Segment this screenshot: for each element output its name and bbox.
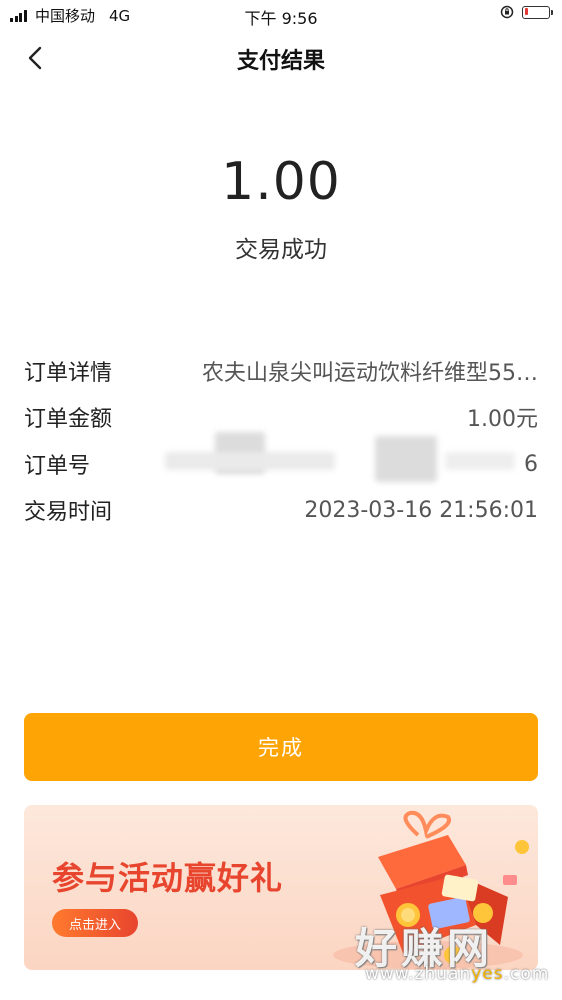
detail-label: 交易时间 — [24, 500, 113, 525]
enter-button[interactable]: 点击进入 — [52, 909, 138, 937]
detail-row-order-info: 订单详情 农夫山泉尖叫运动饮料纤维型55… — [24, 355, 538, 387]
status-bar: 中国移动 4G 下午 9:56 — [0, 0, 562, 30]
detail-label: 订单号 — [24, 454, 91, 479]
nav-bar: 支付结果 — [0, 30, 562, 86]
detail-value: 2023-03-16 21:56:01 — [304, 497, 538, 523]
promo-title: 参与活动赢好礼 — [52, 859, 284, 897]
payment-amount: 1.00 — [221, 152, 341, 212]
detail-row-order-amount: 订单金额 1.00元 — [24, 401, 538, 433]
detail-label: 订单详情 — [24, 361, 113, 386]
redacted-order-number — [165, 452, 335, 470]
detail-value: 6 — [524, 451, 538, 477]
redacted-order-number — [375, 436, 437, 482]
page-title: 支付结果 — [236, 49, 325, 74]
detail-label: 订单金额 — [24, 407, 113, 432]
detail-row-transaction-time: 交易时间 2023-03-16 21:56:01 — [24, 494, 538, 526]
status-time: 下午 9:56 — [244, 9, 318, 28]
detail-value: 农夫山泉尖叫运动饮料纤维型55… — [202, 361, 538, 386]
payment-status: 交易成功 — [235, 237, 327, 263]
detail-value: 1.00元 — [467, 407, 538, 432]
redacted-order-number — [445, 452, 515, 470]
battery-icon — [522, 5, 553, 19]
done-button[interactable]: 完成 — [24, 713, 538, 781]
rotation-lock-icon — [500, 5, 514, 19]
watermark-url: www.zhuanyes.com — [365, 964, 550, 984]
